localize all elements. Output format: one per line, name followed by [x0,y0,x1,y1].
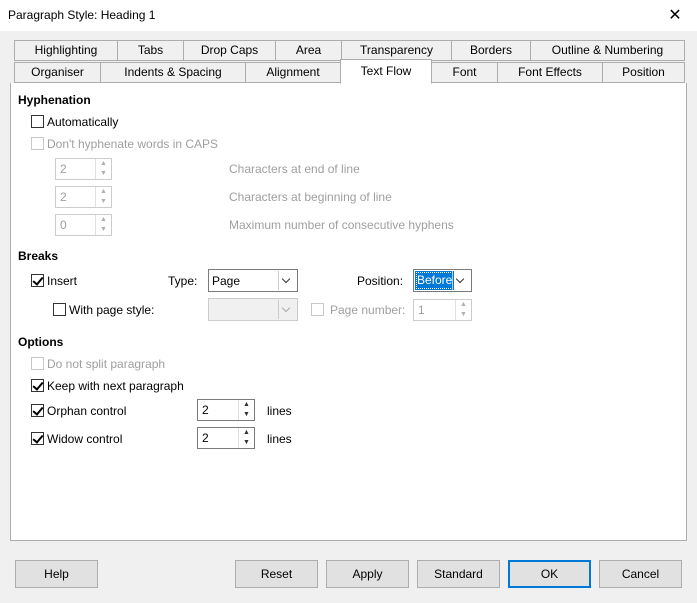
widow-control-checkbox[interactable] [31,432,44,445]
keep-with-next-checkbox[interactable] [31,379,44,392]
spin-down-icon[interactable]: ▼ [96,197,111,207]
cancel-button[interactable]: Cancel [599,560,682,588]
spin-down-icon[interactable]: ▼ [239,410,254,420]
do-not-split-checkbox[interactable] [31,357,44,370]
dont-hyphenate-caps-label: Don't hyphenate words in CAPS [47,137,219,151]
widow-control-label: Widow control [47,432,123,446]
max-hyphens-label: Maximum number of consecutive hyphens [229,218,454,232]
max-hyphens-value: 0 [60,218,67,232]
tab-area[interactable]: Area [275,40,342,61]
apply-button[interactable]: Apply [326,560,409,588]
keep-with-next-label: Keep with next paragraph [47,379,184,393]
tab-borders[interactable]: Borders [451,40,531,61]
chars-begin-value: 2 [60,190,67,204]
orphan-lines-value: 2 [202,403,209,417]
spin-up-icon[interactable]: ▲ [96,159,111,169]
position-label: Position: [357,274,404,288]
spin-down-icon[interactable]: ▼ [239,438,254,448]
close-icon[interactable]: ✕ [658,3,692,29]
chars-begin-spinbox[interactable]: 2 ▲ ▼ [55,186,112,208]
spin-up-icon[interactable]: ▲ [456,300,471,310]
page-number-label: Page number: [330,303,406,317]
tab-font[interactable]: Font [431,62,498,83]
tab-font-effects[interactable]: Font Effects [497,62,603,83]
chars-end-value: 2 [60,162,67,176]
tab-transparency[interactable]: Transparency [341,40,452,61]
type-value: Page [212,274,241,288]
tab-organiser[interactable]: Organiser [14,62,101,83]
page-number-spinbox[interactable]: 1 ▲ ▼ [413,299,472,321]
help-button[interactable]: Help [15,560,98,588]
hyphenation-heading: Hyphenation [18,93,91,107]
page-style-dropdown[interactable] [208,298,298,321]
page-number-checkbox[interactable] [311,303,324,316]
orphan-lines-spinbox[interactable]: 2 ▲ ▼ [197,399,255,421]
breaks-heading: Breaks [18,249,59,263]
tab-alignment[interactable]: Alignment [245,62,341,83]
spin-up-icon[interactable]: ▲ [96,215,111,225]
chevron-down-icon[interactable] [452,271,470,290]
page-number-value: 1 [418,303,425,317]
tab-indents-spacing[interactable]: Indents & Spacing [100,62,246,83]
tab-text-flow[interactable]: Text Flow [340,59,432,84]
dont-hyphenate-caps-checkbox[interactable] [31,137,44,150]
ok-button[interactable]: OK [508,560,591,588]
chars-end-label: Characters at end of line [229,162,360,176]
automatically-checkbox[interactable] [31,115,44,128]
reset-button[interactable]: Reset [235,560,318,588]
with-page-style-label: With page style: [69,303,155,317]
type-dropdown[interactable]: Page [208,269,298,292]
spin-up-icon[interactable]: ▲ [239,400,254,410]
with-page-style-checkbox[interactable] [53,303,66,316]
position-value: Before [415,271,455,290]
chevron-down-icon[interactable] [278,271,296,290]
automatically-label: Automatically [47,115,119,129]
insert-label: Insert [47,274,78,288]
orphan-lines-unit: lines [267,404,292,418]
widow-lines-spinbox[interactable]: 2 ▲ ▼ [197,427,255,449]
tab-position[interactable]: Position [602,62,685,83]
tab-drop-caps[interactable]: Drop Caps [183,40,276,61]
window-title: Paragraph Style: Heading 1 [8,8,156,22]
spin-down-icon[interactable]: ▼ [96,225,111,235]
orphan-control-checkbox[interactable] [31,404,44,417]
spin-down-icon[interactable]: ▼ [96,169,111,179]
type-label: Type: [168,274,198,288]
max-hyphens-spinbox[interactable]: 0 ▲ ▼ [55,214,112,236]
spin-up-icon[interactable]: ▲ [96,187,111,197]
insert-checkbox[interactable] [31,274,44,287]
tab-highlighting[interactable]: Highlighting [14,40,118,61]
standard-button[interactable]: Standard [417,560,500,588]
do-not-split-label: Do not split paragraph [47,357,166,371]
widow-lines-unit: lines [267,432,292,446]
widow-lines-value: 2 [202,431,209,445]
tab-tabs[interactable]: Tabs [117,40,184,61]
spin-down-icon[interactable]: ▼ [456,310,471,320]
chevron-down-icon[interactable] [278,300,296,319]
chars-begin-label: Characters at beginning of line [229,190,392,204]
tab-outline-numbering[interactable]: Outline & Numbering [530,40,685,61]
chars-end-spinbox[interactable]: 2 ▲ ▼ [55,158,112,180]
position-dropdown[interactable]: Before [413,269,472,292]
spin-up-icon[interactable]: ▲ [239,428,254,438]
orphan-control-label: Orphan control [47,404,127,418]
options-heading: Options [18,335,64,349]
